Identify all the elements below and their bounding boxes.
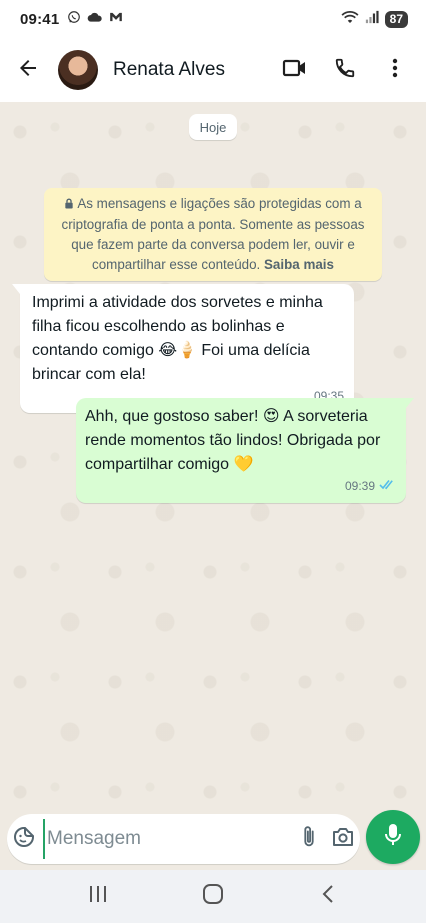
read-ticks-icon (379, 474, 396, 498)
message-text: Imprimi a atividade dos sorvetes e minha… (32, 294, 323, 383)
contact-name[interactable]: Renata Alves (113, 59, 225, 81)
message-time: 09:39 (344, 479, 375, 493)
wifi-icon (341, 10, 359, 29)
whatsapp-chat-screen: 09:41 87 Renata Alves Hoje As mensagens … (0, 0, 426, 923)
chevron-left-icon (321, 884, 335, 909)
status-bar: 09:41 87 (0, 0, 426, 38)
lock-icon (64, 195, 74, 215)
yellow-heart-emoji: 💛 (233, 456, 254, 473)
message-meta: 09:39 (345, 474, 396, 498)
system-icons: 87 (341, 10, 408, 29)
back-button[interactable] (4, 46, 52, 94)
heart-eyes-emoji: 😍 (262, 408, 280, 425)
gmail-icon (109, 10, 123, 28)
message-text-part: Ahh, que gostoso saber! (85, 408, 263, 425)
attach-icon (299, 825, 319, 854)
status-time: 09:41 (20, 10, 60, 28)
chat-area[interactable]: Hoje As mensagens e ligações são protegi… (0, 102, 426, 810)
date-chip: Hoje (189, 114, 237, 140)
composer-pill (7, 814, 360, 864)
header-actions (270, 46, 420, 94)
video-call-icon (282, 58, 308, 83)
system-nav-bar (0, 870, 426, 923)
laughing-emoji: 😂 (158, 342, 178, 359)
more-vert-icon (392, 58, 398, 83)
message-incoming[interactable]: Imprimi a atividade dos sorvetes e minha… (12, 284, 354, 413)
sticker-icon (12, 825, 36, 854)
notification-icons (67, 10, 123, 29)
voice-call-button[interactable] (320, 46, 370, 94)
home-button[interactable] (183, 875, 243, 919)
voice-message-button[interactable] (366, 810, 420, 864)
back-arrow-icon (16, 56, 40, 85)
message-text: Ahh, que gostoso saber! 😍 A sorveteria r… (85, 408, 380, 473)
composer (0, 810, 426, 866)
encryption-notice[interactable]: As mensagens e ligações são protegidas c… (44, 188, 382, 281)
recent-apps-icon (88, 885, 108, 908)
avatar[interactable] (58, 50, 98, 90)
phone-icon (334, 57, 356, 84)
battery-icon: 87 (384, 10, 408, 28)
camera-icon (331, 826, 355, 853)
video-call-button[interactable] (270, 46, 320, 94)
whatsapp-icon (67, 10, 81, 29)
ice-cream-emoji: 🍦 (177, 342, 197, 359)
more-options-button[interactable] (370, 46, 420, 94)
message-outgoing[interactable]: Ahh, que gostoso saber! 😍 A sorveteria r… (76, 398, 414, 503)
message-input[interactable] (43, 819, 292, 859)
mic-icon (384, 823, 402, 852)
camera-button[interactable] (326, 816, 360, 862)
home-icon (202, 883, 224, 910)
cloud-icon (87, 10, 103, 28)
recent-apps-button[interactable] (68, 875, 128, 919)
sticker-button[interactable] (7, 816, 41, 862)
signal-icon (365, 10, 379, 29)
chat-header: Renata Alves (0, 38, 426, 102)
learn-more-link[interactable]: Saiba mais (264, 257, 334, 272)
system-back-button[interactable] (298, 875, 358, 919)
attach-button[interactable] (292, 816, 326, 862)
